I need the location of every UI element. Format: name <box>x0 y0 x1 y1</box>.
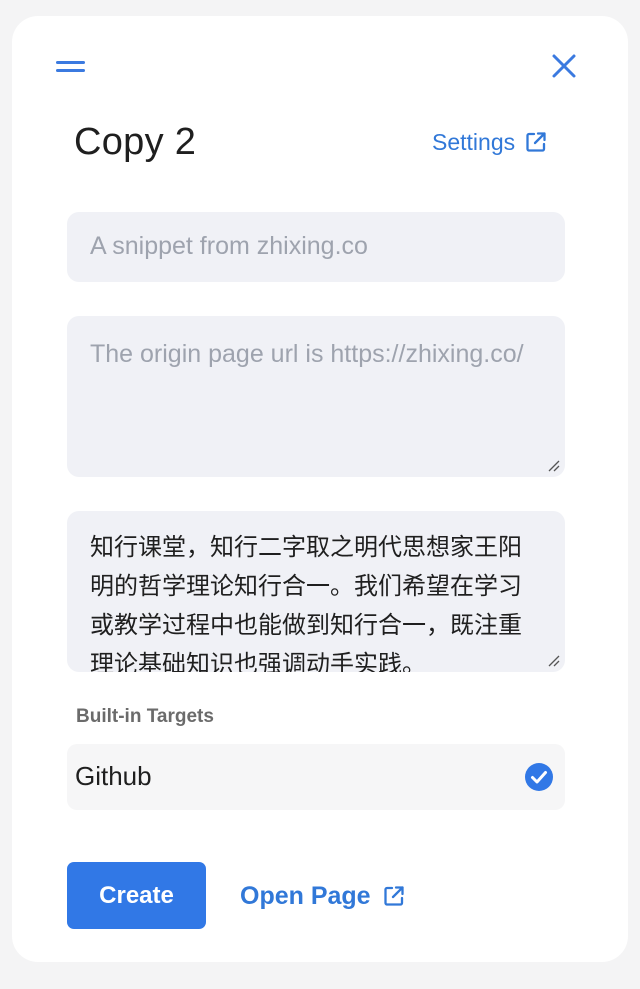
hamburger-icon <box>56 61 85 64</box>
menu-button[interactable] <box>54 56 88 82</box>
snippet-placeholder: A snippet from zhixing.co <box>90 232 368 260</box>
content-text: 知行课堂，知行二字取之明代思想家王阳明的哲学理论知行合一。我们希望在学习或教学过… <box>90 533 522 672</box>
target-item-github[interactable]: Github <box>67 744 565 810</box>
check-circle-icon[interactable] <box>524 762 554 792</box>
close-icon <box>552 54 576 78</box>
open-page-link[interactable]: Open Page <box>240 879 405 913</box>
create-button[interactable]: Create <box>67 862 206 929</box>
url-textarea[interactable]: The origin page url is https://zhixing.c… <box>67 316 565 477</box>
open-page-label: Open Page <box>240 881 371 910</box>
popup-card: Copy 2 Settings A snippet from zhixing.c… <box>12 16 628 962</box>
settings-link[interactable]: Settings <box>432 126 547 158</box>
close-button[interactable] <box>548 50 580 82</box>
content-textarea[interactable]: 知行课堂，知行二字取之明代思想家王阳明的哲学理论知行合一。我们希望在学习或教学过… <box>67 511 565 672</box>
resize-handle-icon[interactable] <box>548 655 560 667</box>
settings-label: Settings <box>432 128 516 155</box>
url-placeholder: The origin page url is https://zhixing.c… <box>90 340 524 368</box>
page-title: Copy 2 <box>74 121 197 163</box>
targets-section-label: Built-in Targets <box>76 706 214 727</box>
snippet-input[interactable]: A snippet from zhixing.co <box>67 212 565 282</box>
external-link-icon <box>383 886 404 906</box>
resize-handle-icon[interactable] <box>548 460 560 472</box>
target-label: Github <box>75 761 152 791</box>
external-link-icon <box>526 132 546 152</box>
